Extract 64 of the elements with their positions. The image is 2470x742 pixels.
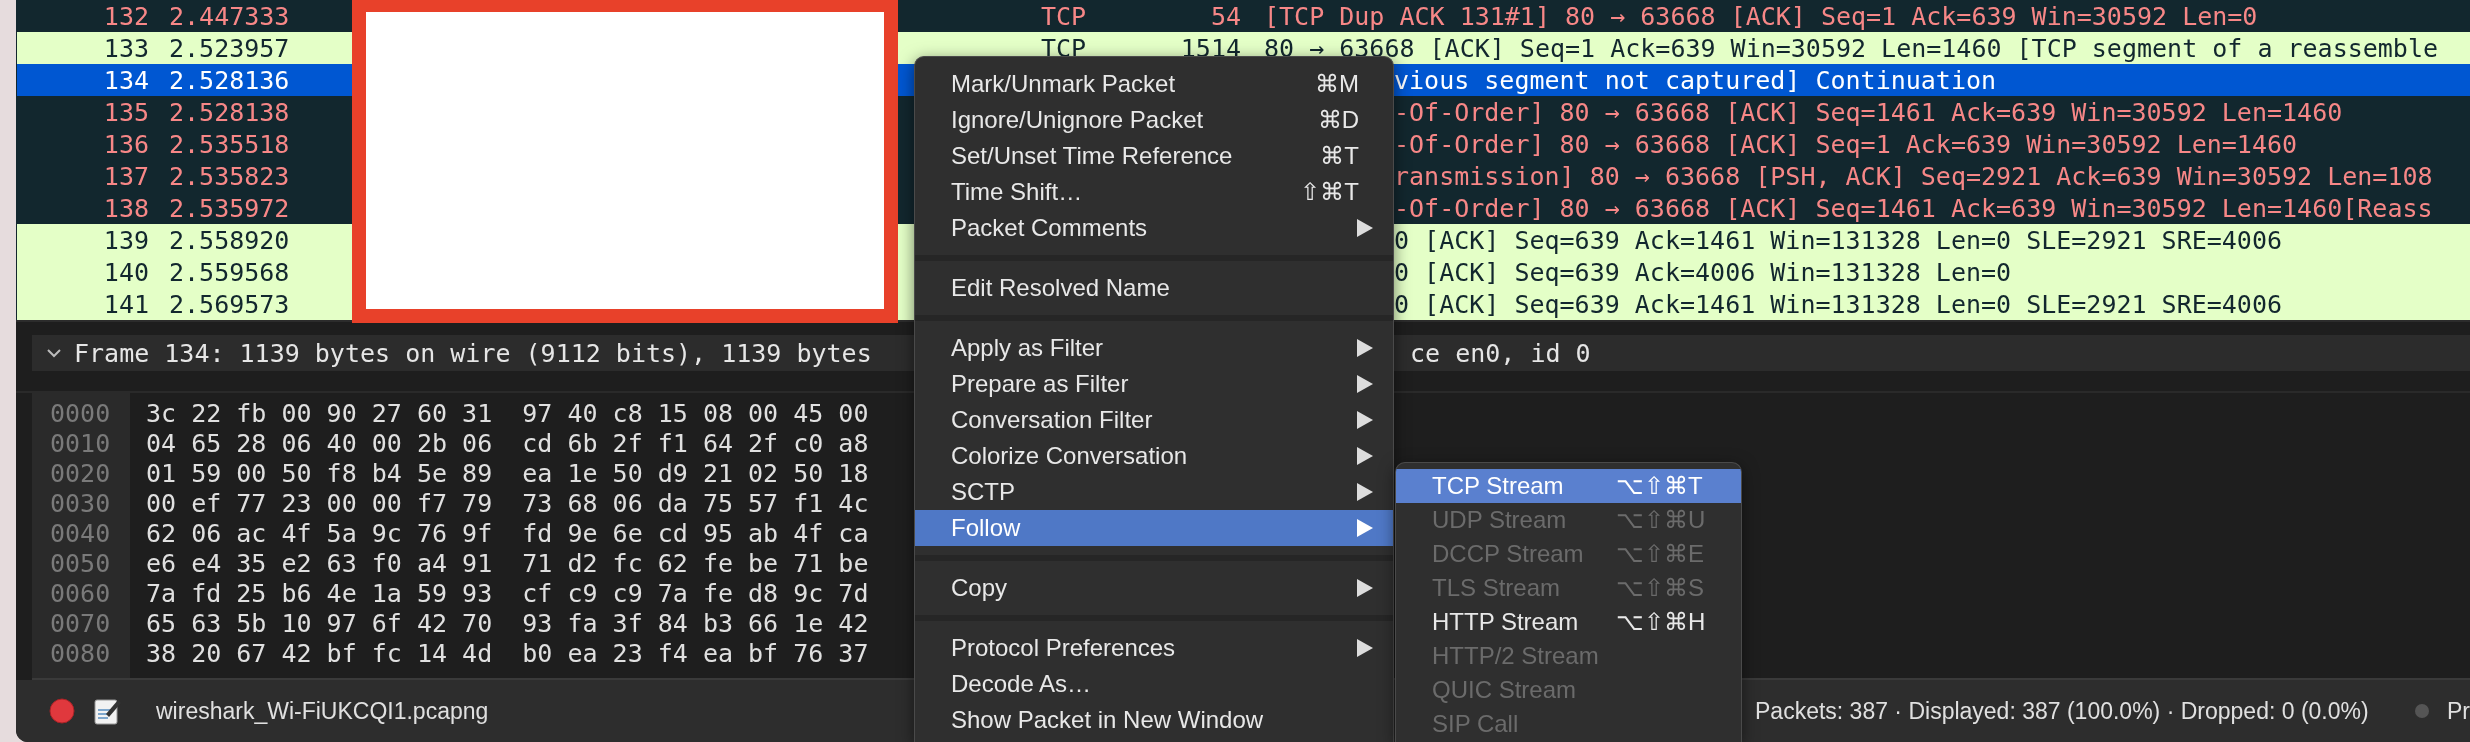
keyboard-shortcut: ⌘M	[1315, 70, 1360, 98]
table-cell-text: 134	[102, 65, 149, 95]
hex-bytes: 62 06 ac 4f 5a 9c 76 9f fd 9e 6e cd 95 ab 4f ca	[146, 519, 869, 549]
hex-offset: 0030	[50, 489, 112, 519]
table-cell-text: 2.535518	[169, 129, 291, 159]
table-cell-text: 139	[102, 225, 149, 255]
hex-offset: 0050	[50, 549, 112, 579]
keyboard-shortcut: ⌥⇧⌘U	[1616, 506, 1707, 534]
hex-offset: 0020	[50, 459, 112, 489]
table-cell-text: 2.528136	[169, 65, 291, 95]
table-cell-text: 140	[102, 257, 149, 287]
hex-bytes: 04 65 28 06 40 00 2b 06 cd 6b 2f f1 64 2f c0 a8	[146, 429, 869, 459]
table-cell-text: TCP	[1041, 33, 1088, 63]
hex-bytes: 38 20 67 42 bf fc 14 4d b0 ea 23 f4 ea bf 76 37	[146, 639, 869, 669]
table-cell-text: 141	[102, 289, 149, 319]
table-cell-text: 0 [ACK] Seq=639 Ack=4006 Win=131328 Len=0	[1394, 257, 2013, 287]
keyboard-shortcut: ⌥⇧⌘H	[1616, 608, 1707, 636]
keyboard-shortcut: ⌘D	[1317, 106, 1360, 134]
table-cell-text: 2.523957	[169, 33, 291, 63]
hex-offset: 0070	[50, 609, 112, 639]
table-cell-text: 136	[102, 129, 149, 159]
table-cell-text: -Of-Order] 80 → 63668 [ACK] Seq=1 Ack=639 Win=30592 Len=1460	[1394, 129, 2299, 159]
table-cell-text: 137	[102, 161, 149, 191]
hex-offset: 0010	[50, 429, 112, 459]
table-cell-text: vious segment not captured] Continuation	[1394, 65, 1998, 95]
tree-row-text: ce en0, id 0	[1410, 338, 1592, 368]
hex-bytes: 01 59 00 50 f8 b4 5e 89 ea 1e 50 d9 21 02 50 18	[146, 459, 869, 489]
file-name: wireshark_Wi-FiUKCQI1.pcapng	[156, 697, 489, 725]
table-cell-text: -Of-Order] 80 → 63668 [ACK] Seq=1461 Ack=639 Win=30592 Len=1460	[1394, 97, 2344, 127]
table-cell-text: 2.535972	[169, 193, 291, 223]
table-cell-text: 2.528138	[169, 97, 291, 127]
table-cell-text: 2.558920	[169, 225, 291, 255]
table-cell-text: [TCP Dup ACK 131#1] 80 → 63668 [ACK] Seq=1 Ack=639 Win=30592 Len=0	[1264, 1, 2259, 31]
hex-offset: 0060	[50, 579, 112, 609]
hex-offset: 0000	[50, 399, 112, 429]
table-cell-text: 54	[1209, 1, 1241, 31]
hex-bytes: 00 ef 77 23 00 00 f7 79 73 68 06 da 75 57 f1 4c	[146, 489, 869, 519]
packet-stats: Packets: 387 · Displayed: 387 (100.0%) · Dropped: 0 (0.0%)	[1755, 697, 2370, 725]
hex-offset: 0080	[50, 639, 112, 669]
table-cell-text: ransmission] 80 → 63668 [PSH, ACK] Seq=2921 Ack=639 Win=30592 Len=108	[1394, 161, 2434, 191]
keyboard-shortcut: ⌥⇧⌘E	[1616, 540, 1705, 568]
hex-bytes: 3c 22 fb 00 90 27 60 31 97 40 c8 15 08 00 45 00	[146, 399, 869, 429]
hex-bytes: 7a fd 25 b6 4e 1a 59 93 cf c9 c9 7a fe d8 9c 7d	[146, 579, 869, 609]
table-cell-text: 2.569573	[169, 289, 291, 319]
keyboard-shortcut: ⌥⇧⌘S	[1616, 574, 1705, 602]
keyboard-shortcut: ⇧⌘T	[1300, 178, 1360, 206]
table-cell-text: 135	[102, 97, 149, 127]
table-cell-text: 2.559568	[169, 257, 291, 287]
table-cell-text: 2.447333	[169, 1, 291, 31]
hex-bytes: 65 63 5b 10 97 6f 42 70 93 fa 3f 84 b3 66 1e 42	[146, 609, 869, 639]
table-cell-text: 132	[102, 1, 149, 31]
table-cell-text: 80 → 63668 [ACK] Seq=1 Ack=639 Win=30592 Len=1460 [TCP segment of a reassemble	[1264, 33, 2439, 63]
table-cell-text: 133	[102, 33, 149, 63]
table-cell-text: 0 [ACK] Seq=639 Ack=1461 Win=131328 Len=0 SLE=2921 SRE=4006	[1394, 289, 2284, 319]
tree-row-text: Frame 134: 1139 bytes on wire (9112 bits), 1139 bytes	[74, 338, 872, 368]
table-cell-text: 138	[102, 193, 149, 223]
table-cell-text: 2.535823	[169, 161, 291, 191]
table-cell-text: -Of-Order] 80 → 63668 [ACK] Seq=1461 Ack=639 Win=30592 Len=1460[Reass	[1394, 193, 2434, 223]
hex-offset: 0040	[50, 519, 112, 549]
hex-bytes: e6 e4 35 e2 63 f0 a4 91 71 d2 fc 62 fe be 71 be	[146, 549, 869, 579]
keyboard-shortcut: ⌥⇧⌘T	[1616, 472, 1704, 500]
table-cell-text: 0 [ACK] Seq=639 Ack=1461 Win=131328 Len=0 SLE=2921 SRE=4006	[1394, 225, 2284, 255]
keyboard-shortcut: ⌘T	[1320, 142, 1360, 170]
table-cell-text: TCP	[1041, 1, 1088, 31]
